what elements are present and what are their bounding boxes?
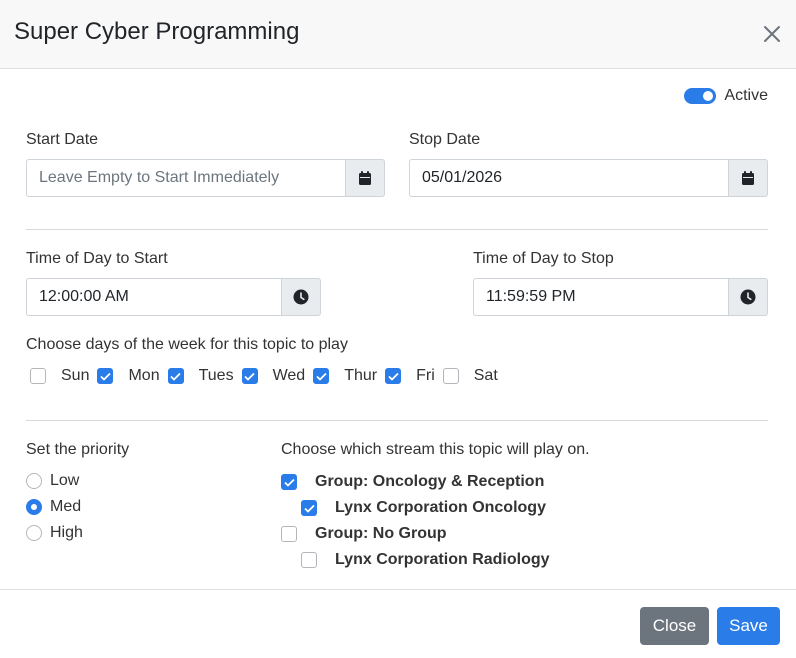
active-switch[interactable] [684,88,717,104]
check-icon[interactable] [167,368,184,384]
time-stop-group [473,278,768,316]
calendar-icon[interactable] [345,159,385,197]
check-icon[interactable] [241,368,258,384]
priority-low[interactable]: Low [26,472,79,490]
stream-lynx-oncology[interactable]: Lynx Corporation Oncology [301,499,546,517]
radio[interactable] [26,499,42,515]
stream-lynx-radiology[interactable]: Lynx Corporation Radiology [301,551,550,569]
day-mon[interactable]: Mon [97,367,160,385]
clock-icon[interactable] [728,278,768,316]
checkbox[interactable] [281,526,297,542]
stream-group-oncology-reception[interactable]: Group: Oncology & Reception [281,473,544,491]
days-checkbox-group: Sun Mon Tues Wed Thur Fri Sat [30,367,498,385]
radio-label: High [50,524,83,541]
checkbox[interactable] [30,368,46,384]
start-date-label: Start Date [26,131,99,148]
priority-med[interactable]: Med [26,498,81,516]
clock-icon[interactable] [281,278,321,316]
priority-label: Set the priority [26,441,130,458]
day-label: Thur [344,367,378,384]
day-label: Tues [198,367,234,384]
day-sun[interactable]: Sun [30,367,89,385]
streams-label: Choose which stream this topic will play… [281,441,590,458]
radio-label: Med [50,498,82,515]
day-label: Mon [128,367,160,384]
calendar-icon[interactable] [728,159,768,197]
stream-label: Group: No Group [315,525,447,542]
dialog-header: Super Cyber Programming [0,0,796,69]
day-sat[interactable]: Sat [442,367,498,385]
stream-label: Group: Oncology & Reception [315,473,545,490]
day-thur[interactable]: Thur [313,367,377,385]
day-label: Wed [272,367,306,384]
day-wed[interactable]: Wed [241,367,306,385]
day-fri[interactable]: Fri [385,367,435,385]
day-label: Fri [416,367,435,384]
time-stop-label: Time of Day to Stop [473,250,614,267]
active-label: Active [724,87,768,104]
stream-label: Lynx Corporation Oncology [335,499,546,516]
stop-date-group [409,159,768,197]
dialog-footer: Close Save [0,589,796,658]
check-icon[interactable] [301,500,317,516]
stream-label: Lynx Corporation Radiology [335,551,550,568]
close-icon[interactable] [762,22,782,46]
day-label: Sun [61,367,90,384]
check-icon[interactable] [313,368,330,384]
day-tues[interactable]: Tues [167,367,234,385]
divider [26,420,768,421]
dialog-title: Super Cyber Programming [14,18,300,45]
start-date-group [26,159,385,197]
check-icon[interactable] [281,474,297,490]
divider [26,229,768,230]
checkbox[interactable] [442,368,459,384]
stop-date-input[interactable] [409,159,728,197]
stop-date-label: Stop Date [409,131,481,148]
check-icon[interactable] [97,368,114,384]
start-date-input[interactable] [26,159,345,197]
stream-group-no-group[interactable]: Group: No Group [281,525,447,543]
programming-dialog: Super Cyber Programming Active Start Dat… [0,0,796,658]
time-start-label: Time of Day to Start [26,250,168,267]
checkbox[interactable] [301,552,317,568]
close-button[interactable]: Close [640,607,709,645]
time-stop-input[interactable] [473,278,728,316]
active-toggle: Active [684,87,768,105]
radio-dot [31,504,37,510]
days-label: Choose days of the week for this topic t… [26,336,348,353]
time-start-group [26,278,321,316]
save-button[interactable]: Save [717,607,780,645]
check-icon[interactable] [385,368,402,384]
radio[interactable] [26,525,42,541]
priority-high[interactable]: High [26,524,83,542]
switch-knob [703,91,714,101]
day-label: Sat [473,367,498,384]
time-start-input[interactable] [26,278,281,316]
radio[interactable] [26,473,42,489]
radio-label: Low [50,472,80,489]
